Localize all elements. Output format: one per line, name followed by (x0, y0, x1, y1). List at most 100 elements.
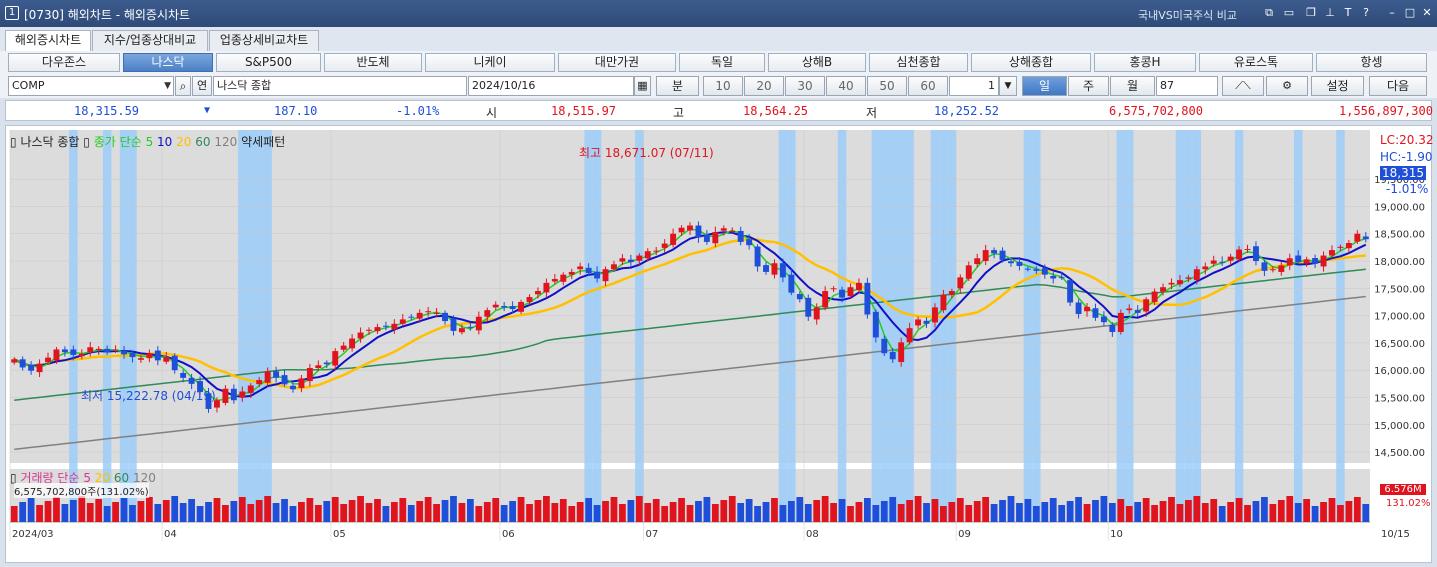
period-week[interactable]: 주 (1068, 76, 1109, 96)
volume-bar (1041, 502, 1049, 522)
volume-bar (652, 499, 660, 522)
calendar-icon[interactable]: ▦ (634, 76, 651, 96)
period-10[interactable]: 10 (703, 76, 743, 96)
pattern-highlight-2 (119, 130, 129, 522)
tab-overseas-chart[interactable]: 해외증시차트 (5, 30, 91, 51)
legend-close: 종가 (93, 135, 116, 149)
volume-value: 6,575,702,800주(131.02%) (14, 483, 149, 498)
volume-bar (1235, 498, 1243, 522)
market-sp500[interactable]: S&P500 (216, 53, 321, 72)
legend-name: 나스닥 종합 (20, 135, 80, 149)
market-hongkong-h[interactable]: 홍콩H (1094, 53, 1196, 72)
volume-bar (137, 501, 145, 522)
quote-pct: -1.01% (396, 104, 440, 118)
pin-icon[interactable]: ⊥ (1323, 6, 1337, 20)
tab-index-compare[interactable]: 지수/업종상대비교 (92, 30, 208, 51)
gear-icon[interactable]: ⚙ (1266, 76, 1308, 96)
candle-body (87, 347, 94, 353)
volume-bar (619, 504, 626, 522)
market-semiconductor[interactable]: 반도체 (324, 53, 422, 72)
quote-high-label: 고 (673, 106, 685, 120)
market-hangseng[interactable]: 항셍 (1316, 53, 1427, 72)
screen-icon[interactable]: ▭ (1282, 6, 1296, 20)
volume-bar (1328, 498, 1336, 522)
volume-bar (399, 498, 407, 522)
interval-count[interactable]: 1 (949, 76, 999, 96)
market-dow[interactable]: 다우존스 (8, 53, 120, 72)
candle-body (1117, 312, 1124, 332)
x-tick-label: 2024/03 (12, 529, 54, 540)
down-arrow-icon: ▼ (204, 105, 211, 116)
volume-bar (813, 500, 821, 522)
date-field[interactable]: 2024/10/16 (468, 76, 634, 96)
market-nasdaq[interactable]: 나스닥 (123, 53, 213, 72)
close-icon[interactable]: ✕ (1420, 6, 1434, 20)
volume-bar (331, 497, 339, 522)
candle-body (1269, 269, 1276, 271)
candle-body (1278, 265, 1285, 272)
bar-count-field[interactable]: 87 (1156, 76, 1218, 96)
volume-bar (171, 496, 179, 522)
period-50[interactable]: 50 (867, 76, 907, 96)
period-day[interactable]: 일 (1022, 76, 1067, 96)
market-taiwan[interactable]: 대만가권 (558, 53, 676, 72)
high-annotation: 최고 18,671.07 (07/11) (579, 146, 714, 160)
chevron-down-icon[interactable]: ▼ (164, 77, 171, 95)
search-icon[interactable]: ⌕ (175, 76, 191, 96)
candle-body (534, 291, 541, 295)
period-minute[interactable]: 분 (656, 76, 699, 96)
compare-link[interactable]: 국내VS미국주식 비교 (1138, 7, 1237, 23)
restore-icon[interactable]: ❐ (1304, 6, 1318, 20)
volume-bar (475, 506, 483, 522)
next-button[interactable]: 다음 (1369, 76, 1427, 96)
candle-body (1261, 262, 1268, 271)
y-tick-label: 17,500.00 (1374, 284, 1425, 295)
period-30[interactable]: 30 (785, 76, 825, 96)
market-shanghai-b[interactable]: 상해B (768, 53, 866, 72)
link-window-icon[interactable]: ⧉ (1262, 6, 1276, 20)
volume-bar (526, 504, 533, 522)
period-60[interactable]: 60 (908, 76, 948, 96)
candle-body (298, 378, 305, 388)
candle-body (644, 251, 651, 259)
line-tool-icon[interactable]: ⟋⟍ (1222, 76, 1264, 96)
chart-panel[interactable]: 19,500.00 19,000.00 18,500.00 18,000.00 17,5… (5, 125, 1433, 563)
candle-body (560, 274, 567, 282)
market-shanghai[interactable]: 상해종합 (971, 53, 1091, 72)
market-shenzhen[interactable]: 심천종합 (869, 53, 968, 72)
period-20[interactable]: 20 (744, 76, 784, 96)
symbol-select[interactable]: COMP ▼ (8, 76, 174, 96)
minimize-icon[interactable]: – (1385, 6, 1399, 20)
candle-body (779, 263, 786, 278)
market-eurostoxx[interactable]: 유로스톡 (1199, 53, 1313, 72)
volume-bar (19, 502, 27, 522)
candle-body (982, 250, 989, 262)
candle-body (881, 338, 888, 354)
period-40[interactable]: 40 (826, 76, 866, 96)
volume-bar (146, 497, 153, 522)
tab-sector-compare[interactable]: 업종상세비교차트 (209, 30, 319, 51)
maximize-icon[interactable]: □ (1403, 6, 1417, 20)
legend-ma10: 10 (157, 135, 173, 149)
volume-bar (154, 504, 162, 522)
x-tick-label: 05 (333, 529, 346, 540)
candle-body (1008, 261, 1014, 264)
price-chart[interactable]: 19,500.0019,000.0018,500.0018,000.0017,5… (6, 126, 1431, 562)
count-chevron-down-icon[interactable]: ▼ (999, 76, 1017, 96)
settings-button[interactable]: 설정 (1311, 76, 1364, 96)
period-month[interactable]: 월 (1110, 76, 1155, 96)
text-size-icon[interactable]: T (1341, 6, 1355, 20)
legend-simple: 단순 (119, 135, 142, 149)
help-icon[interactable]: ? (1359, 6, 1373, 20)
volume-bar (923, 503, 930, 522)
pattern-highlight-3 (128, 130, 137, 522)
candle-body (1168, 282, 1175, 285)
candle-body (78, 353, 85, 357)
last-pct-label: -1.01% (1386, 182, 1429, 196)
volume-bar (272, 503, 280, 522)
market-nikkei[interactable]: 니케이 (425, 53, 555, 72)
volume-bar (1151, 505, 1158, 522)
market-germany[interactable]: 독일 (679, 53, 765, 72)
link-button[interactable]: 연 (192, 76, 212, 96)
candle-body (737, 230, 744, 242)
